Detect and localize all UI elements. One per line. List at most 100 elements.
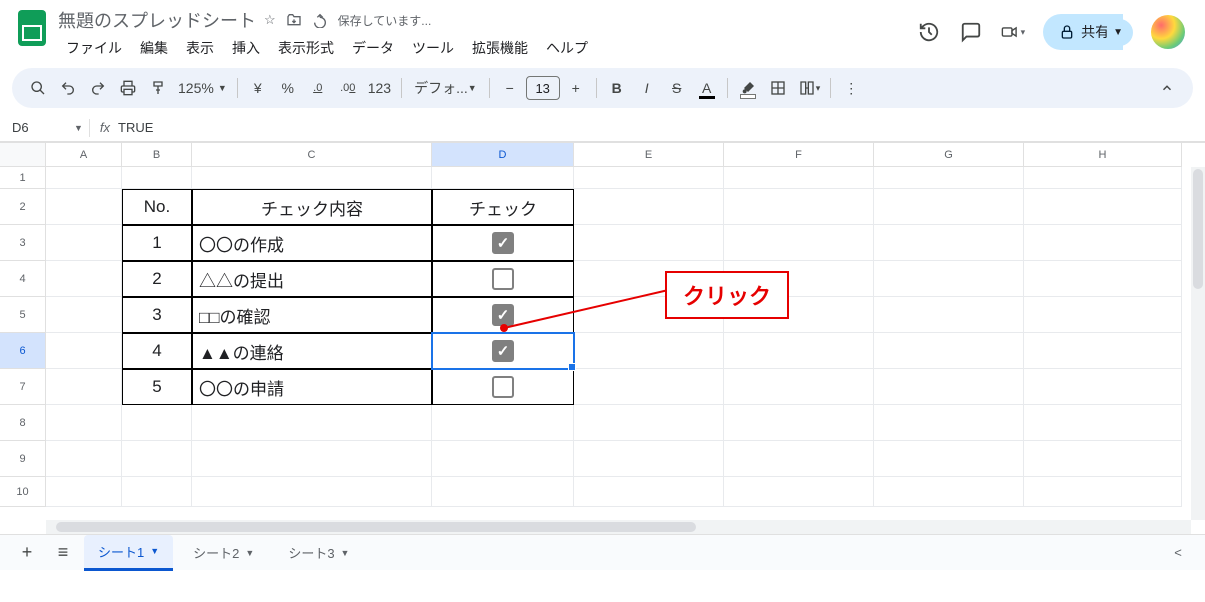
sheet-tab-1[interactable]: シート1 ▼ [84,535,173,571]
spreadsheet-grid[interactable]: A B C D E F G H 1 2 No. チェック内容 チェック 3 1 … [0,142,1205,534]
row-header[interactable]: 8 [0,405,46,441]
menu-insert[interactable]: 挿入 [224,34,268,62]
row-header[interactable]: 3 [0,225,46,261]
account-avatar[interactable] [1151,15,1185,49]
redo-icon[interactable] [84,74,112,102]
cell[interactable] [1024,225,1182,261]
table-cell-no[interactable]: 1 [122,225,192,261]
col-header-e[interactable]: E [574,143,724,167]
row-header[interactable]: 6 [0,333,46,369]
cell[interactable] [1024,405,1182,441]
percent-button[interactable]: % [274,74,302,102]
cell[interactable] [46,297,122,333]
cell[interactable] [574,405,724,441]
cell[interactable] [46,189,122,225]
menu-data[interactable]: データ [344,34,402,62]
cell[interactable] [432,477,574,507]
cell[interactable] [574,189,724,225]
selected-cell[interactable] [432,333,574,369]
explore-button[interactable]: < [1163,538,1193,568]
cell[interactable] [574,333,724,369]
cell[interactable] [874,189,1024,225]
star-icon[interactable]: ☆ [264,12,276,28]
cell[interactable] [874,477,1024,507]
row-header[interactable]: 7 [0,369,46,405]
cell[interactable] [192,167,432,189]
decrease-decimal-button[interactable]: .0 [304,74,332,102]
italic-button[interactable]: I [633,74,661,102]
col-header-d[interactable]: D [432,143,574,167]
cell[interactable] [724,167,874,189]
decrease-font-button[interactable]: − [496,74,524,102]
menu-tools[interactable]: ツール [404,34,462,62]
cell[interactable] [432,167,574,189]
cell[interactable] [874,297,1024,333]
increase-font-button[interactable]: + [562,74,590,102]
add-sheet-button[interactable]: + [12,538,42,568]
checkbox-icon[interactable] [492,340,514,362]
table-cell-check[interactable] [432,369,574,405]
cell[interactable] [724,405,874,441]
sheets-logo[interactable] [12,8,52,48]
col-header-b[interactable]: B [122,143,192,167]
cell[interactable] [122,441,192,477]
cell[interactable] [874,369,1024,405]
strikethrough-button[interactable]: S [663,74,691,102]
cell[interactable] [574,477,724,507]
cell[interactable] [192,405,432,441]
cell[interactable] [574,225,724,261]
row-header[interactable]: 9 [0,441,46,477]
cell[interactable] [574,441,724,477]
menu-format[interactable]: 表示形式 [270,34,342,62]
cell[interactable] [122,405,192,441]
cell[interactable] [874,441,1024,477]
checkbox-icon[interactable] [492,376,514,398]
cell[interactable] [46,167,122,189]
table-cell-content[interactable]: □□の確認 [192,297,432,333]
collapse-toolbar-icon[interactable] [1153,74,1181,102]
chevron-down-icon[interactable]: ▼ [150,546,159,556]
row-header[interactable]: 5 [0,297,46,333]
menu-view[interactable]: 表示 [178,34,222,62]
table-cell-no[interactable]: 4 [122,333,192,369]
cell[interactable] [724,225,874,261]
paint-format-icon[interactable] [144,74,172,102]
menu-edit[interactable]: 編集 [132,34,176,62]
col-header-g[interactable]: G [874,143,1024,167]
table-cell-no[interactable]: 2 [122,261,192,297]
checkbox-icon[interactable] [492,232,514,254]
bold-button[interactable]: B [603,74,631,102]
cell[interactable] [192,477,432,507]
cell[interactable] [122,167,192,189]
table-cell-content[interactable]: ▲▲の連絡 [192,333,432,369]
currency-button[interactable]: ¥ [244,74,272,102]
cell[interactable] [574,369,724,405]
move-icon[interactable] [286,12,302,28]
print-icon[interactable] [114,74,142,102]
font-dropdown[interactable]: デフォ... ▼ [408,74,483,102]
share-dropdown[interactable]: ▼ [1107,19,1133,46]
sheet-tab-3[interactable]: シート3 ▼ [274,536,363,570]
cell[interactable] [432,441,574,477]
fill-color-button[interactable] [734,74,762,102]
cell[interactable] [1024,369,1182,405]
cell[interactable] [46,225,122,261]
chevron-down-icon[interactable]: ▼ [245,548,254,558]
name-box[interactable]: D6 [4,120,74,135]
borders-button[interactable] [764,74,792,102]
menu-file[interactable]: ファイル [58,34,130,62]
undo-icon[interactable] [54,74,82,102]
cell[interactable] [432,405,574,441]
col-header-c[interactable]: C [192,143,432,167]
col-header-a[interactable]: A [46,143,122,167]
cell[interactable] [874,261,1024,297]
cell[interactable] [1024,189,1182,225]
col-header-h[interactable]: H [1024,143,1182,167]
menu-extensions[interactable]: 拡張機能 [464,34,536,62]
cloud-status-icon[interactable] [312,12,328,28]
cell[interactable] [46,405,122,441]
sheet-tab-2[interactable]: シート2 ▼ [179,536,268,570]
row-header[interactable]: 4 [0,261,46,297]
search-menus-icon[interactable] [24,74,52,102]
text-color-button[interactable]: A [693,74,721,102]
